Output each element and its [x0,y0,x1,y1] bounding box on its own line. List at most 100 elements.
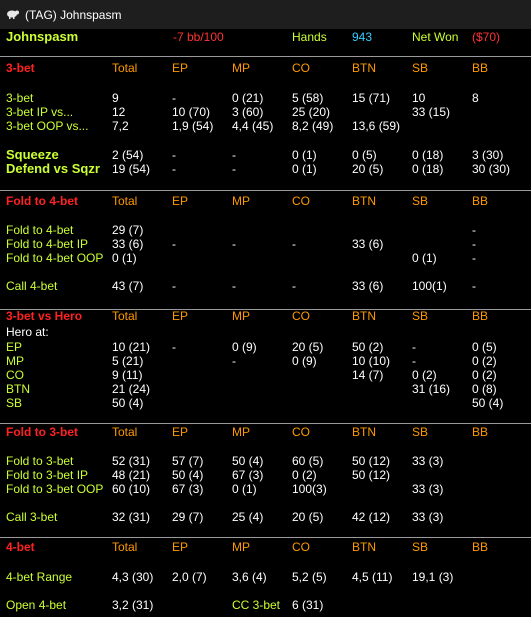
stat-value: - [172,91,176,105]
stat-value: 6 (31) [292,598,324,612]
column-header: Total [112,61,138,75]
stat-value: - [172,148,176,162]
stat-value: - [172,237,176,251]
column-header: EP [172,61,189,75]
section-title: Fold to 4-bet [6,194,78,208]
row-label: 3-bet [6,91,34,105]
column-header: SB [412,194,429,208]
stat-value: 43 (7) [112,279,144,293]
column-header: BTN [352,61,376,75]
stat-value: 3 (60) [232,105,264,119]
row-label: Call 3-bet [6,510,58,524]
column-header: EP [172,309,189,323]
stat-value: 50 (4) [232,454,264,468]
column-header: MP [232,309,250,323]
section-title: 3-bet vs Hero [6,309,83,323]
hero-at-label: Hero at: [6,325,49,339]
row-label: 4-bet Range [6,570,73,584]
stat-value: 60 (5) [292,454,324,468]
row-label: EP [6,340,23,354]
player-name: Johnspasm [6,29,79,44]
stat-value: 15 (71) [352,91,391,105]
stat-value: 0 (18) [412,148,444,162]
stat-value: 29 (7) [172,510,204,524]
stat-value: 33 (3) [412,510,444,524]
stat-value: 20 (5) [352,162,384,176]
stat-value: 42 (12) [352,510,391,524]
column-header: BTN [352,309,376,323]
row-label: 3-bet OOP vs... [6,119,89,133]
column-header: MP [232,425,250,439]
stat-value: 0 (9) [292,354,317,368]
stat-value: 2,0 (7) [172,570,207,584]
window-titlebar: (TAG) Johnspasm [0,0,531,30]
stat-value: 50 (4) [112,396,144,410]
column-header: BB [472,309,489,323]
stat-value: 9 (11) [112,368,143,382]
column-header: BTN [352,194,376,208]
stat-value: 33 (3) [412,482,444,496]
stat-value: 4,3 (30) [112,570,154,584]
stat-value: 0 (1) [292,162,317,176]
stat-value: - [232,354,236,368]
stat-value: 0 (1) [292,148,317,162]
row-label: Call 4-bet [6,279,58,293]
row-label: Squeeze [6,147,59,162]
column-header: MP [232,540,250,554]
stat-value: - [412,340,416,354]
stat-value: 67 (3) [232,468,264,482]
stat-value: 19,1 (3) [412,570,454,584]
stat-value: 0 (18) [412,162,444,176]
stat-value: 0 (1) [412,251,437,265]
column-header: CO [292,425,310,439]
stat-value: - [292,237,296,251]
column-header: MP [232,61,250,75]
stat-value: 50 (4) [472,396,504,410]
stat-value: - [232,237,236,251]
stat-value: 50 (4) [172,468,204,482]
stats-panel: Johnspasm -7 bb/100 Hands 943 Net Won ($… [0,29,531,617]
column-header: Total [112,194,138,208]
stat-value: 30 (30) [472,162,511,176]
stat-value: - [172,162,176,176]
stat-value: - [232,148,236,162]
column-header: BB [472,194,489,208]
column-header: SB [412,61,429,75]
stat-value: 19 (54) [112,162,151,176]
stat-value: 50 (12) [352,454,391,468]
stat-value: - [172,340,176,354]
stat-value: - [472,237,476,251]
column-header: BTN [352,540,376,554]
section-divider [0,423,531,424]
stat-value: 33 (3) [412,454,444,468]
stat-value: 14 (7) [352,368,384,382]
stat-value: 21 (24) [112,382,151,396]
stat-value: 50 (2) [352,340,384,354]
stat-value: 4,5 (11) [352,570,393,584]
stat-value: 0 (5) [352,148,377,162]
stat-value: - [412,354,416,368]
stat-value: 0 (2) [292,468,317,482]
stat-value: 3 (30) [472,148,504,162]
stat-value: 100(3) [292,482,327,496]
stat-value: 0 (2) [472,354,497,368]
stat-value: 52 (31) [112,454,151,468]
column-header: BB [472,540,489,554]
column-header: EP [172,540,189,554]
column-header: BTN [352,425,376,439]
stat-value: 33 (15) [412,105,451,119]
netwon-label: Net Won [412,30,459,44]
stat-value: 5,2 (5) [292,570,327,584]
section-title: 3-bet [6,61,35,75]
stat-value: 50 (12) [352,468,391,482]
section-divider [0,56,531,57]
stat-value: 0 (1) [112,251,137,265]
stat-value: 33 (6) [112,237,144,251]
stat-value: 10 (10) [352,354,391,368]
stat-value: 0 (1) [232,482,257,496]
row-label: Defend vs Sqzr [6,161,100,176]
stat-value: 4,4 (45) [232,119,274,133]
stat-value: 25 (4) [232,510,264,524]
section-title: Fold to 3-bet [6,425,78,439]
column-header: CO [292,194,310,208]
